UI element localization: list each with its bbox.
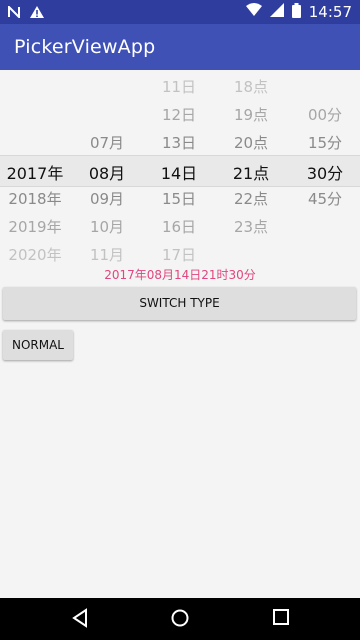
picker-item-day[interactable]: 11日 xyxy=(139,76,219,97)
picker-item-minute[interactable]: 15分 xyxy=(285,132,360,153)
navigation-bar xyxy=(0,598,360,640)
signal-icon xyxy=(269,3,284,21)
app-bar: PickerViewApp xyxy=(0,24,360,70)
recents-icon[interactable] xyxy=(272,608,290,630)
picker-item-day[interactable]: 17日 xyxy=(139,244,219,265)
status-time: 14:57 xyxy=(308,3,352,21)
picker-item-hour[interactable]: 22点 xyxy=(211,188,291,209)
picker-item-year[interactable]: 2020年 xyxy=(0,244,75,265)
picker-item-minute[interactable]: 45分 xyxy=(285,188,360,209)
picker-item-month[interactable]: 11月 xyxy=(67,244,147,265)
picker-item-month[interactable]: 08月 xyxy=(67,160,147,184)
wifi-icon xyxy=(245,3,262,21)
picker-item-year[interactable]: 2017年 xyxy=(0,160,75,184)
picker-item-day[interactable]: 13日 xyxy=(139,132,219,153)
picker-item-minute[interactable]: 00分 xyxy=(285,104,360,125)
date-picker[interactable]: 2017年 2018年 2019年 2020年 07月 08月 09月 10月 11月 11日 12… xyxy=(0,70,360,266)
picker-item-year[interactable]: 2018年 xyxy=(0,188,75,209)
picker-item-hour[interactable]: 23点 xyxy=(211,216,291,237)
picker-item-hour[interactable]: 18点 xyxy=(211,76,291,97)
back-icon[interactable] xyxy=(70,608,90,632)
status-right-icons: 14:57 xyxy=(245,2,352,22)
app-title: PickerViewApp xyxy=(14,36,156,58)
picker-item-month[interactable]: 07月 xyxy=(67,132,147,153)
battery-icon xyxy=(291,2,301,22)
picker-item-hour[interactable]: 19点 xyxy=(211,104,291,125)
n-icon xyxy=(8,3,20,22)
status-left-icons xyxy=(8,3,44,22)
status-bar: 14:57 xyxy=(0,0,360,24)
picker-item-day[interactable]: 16日 xyxy=(139,216,219,237)
switch-type-button[interactable]: SWITCH TYPE xyxy=(3,287,356,320)
picker-item-minute[interactable]: 30分 xyxy=(285,160,360,184)
warning-icon xyxy=(30,3,44,22)
normal-button[interactable]: NORMAL xyxy=(3,330,73,360)
picker-item-hour[interactable]: 20点 xyxy=(211,132,291,153)
picker-item-day[interactable]: 14日 xyxy=(139,160,219,184)
picker-item-month[interactable]: 10月 xyxy=(67,216,147,237)
home-icon[interactable] xyxy=(170,608,190,632)
picker-item-day[interactable]: 15日 xyxy=(139,188,219,209)
picker-item-hour[interactable]: 21点 xyxy=(211,160,291,184)
selected-datetime-text: 2017年08月14日21时30分 xyxy=(104,268,256,282)
picker-item-day[interactable]: 12日 xyxy=(139,104,219,125)
picker-item-year[interactable]: 2019年 xyxy=(0,216,75,237)
picker-item-month[interactable]: 09月 xyxy=(67,188,147,209)
